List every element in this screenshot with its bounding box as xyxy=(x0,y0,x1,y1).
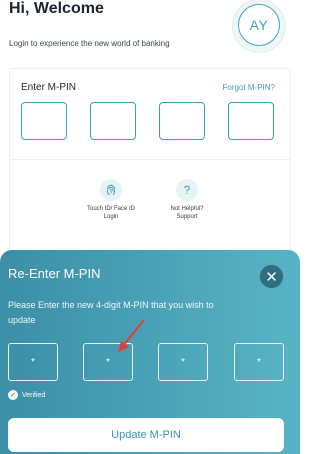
verified-status: ✓ Verified xyxy=(8,390,45,400)
support-label-line1: Not Helpful? xyxy=(170,206,204,212)
biometric-label-line2: Login xyxy=(103,214,119,220)
mpin-digit-2[interactable] xyxy=(90,102,136,140)
check-icon: ✓ xyxy=(8,390,18,400)
mpin-digit-4[interactable] xyxy=(228,102,274,140)
greeting-title: Hi, Welcome xyxy=(9,0,104,17)
fingerprint-icon xyxy=(100,179,122,201)
forgot-mpin-link[interactable]: Forgot M-PIN? xyxy=(223,83,275,92)
new-mpin-digit-3[interactable]: * xyxy=(158,343,208,381)
avatar-ring[interactable]: AY xyxy=(233,0,285,52)
sheet-title: Re-Enter M-PIN xyxy=(8,266,101,281)
sheet-description: Please Enter the new 4-digit M-PIN that … xyxy=(8,300,214,325)
close-button[interactable]: ✕ xyxy=(259,264,284,289)
new-mpin-digit-4[interactable]: * xyxy=(234,343,284,381)
mpin-digit-1[interactable] xyxy=(21,102,67,140)
question-icon: ? xyxy=(176,179,198,201)
greeting-subtitle: Login to experience the new world of ban… xyxy=(9,39,170,48)
biometric-label-line1: Touch ID/ Face ID xyxy=(86,206,136,212)
card-divider xyxy=(10,159,290,160)
mpin-label: Enter M-PIN xyxy=(21,82,77,93)
update-mpin-button[interactable]: Update M-PIN xyxy=(8,418,284,452)
login-card: Enter M-PIN Forgot M-PIN? Touch ID/ Face… xyxy=(9,68,291,268)
support-option[interactable]: ? Not Helpful? Support xyxy=(152,179,222,221)
reenter-mpin-sheet: Re-Enter M-PIN ✕ Please Enter the new 4-… xyxy=(0,250,300,454)
new-mpin-digit-1[interactable]: * xyxy=(8,343,58,381)
support-label-line2: Support xyxy=(176,214,198,220)
mpin-digit-3[interactable] xyxy=(159,102,205,140)
verified-label: Verified xyxy=(22,391,46,399)
biometric-login-option[interactable]: Touch ID/ Face ID Login xyxy=(76,179,146,221)
avatar: AY xyxy=(238,4,280,46)
new-mpin-digit-2[interactable]: * xyxy=(83,343,133,381)
